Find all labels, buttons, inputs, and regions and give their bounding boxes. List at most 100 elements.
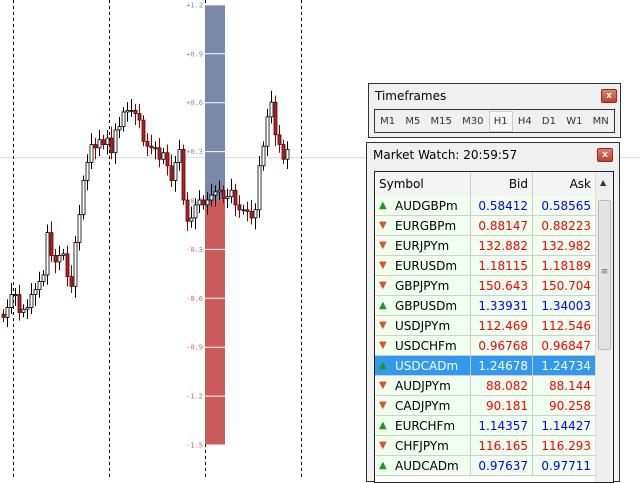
candle-body [77, 214, 82, 243]
candle-body [209, 194, 214, 201]
candle-body [13, 294, 18, 296]
table-row[interactable]: ▲ AUDGBPm 0.58412 0.58565 [375, 196, 595, 216]
symbol: AUDJPYm [395, 378, 451, 393]
table-row[interactable]: ▼ EURUSDm 1.18115 1.18189 [375, 256, 595, 276]
candle-body [277, 134, 282, 145]
bar-down [205, 200, 225, 445]
candle-body [161, 152, 166, 160]
table-row[interactable]: ▼ EURJPYm 132.882 132.982 [375, 236, 595, 256]
scroll-up-icon[interactable]: ▲ [600, 178, 606, 187]
bid-cell: 112.469 [471, 316, 533, 335]
table-header: Symbol Bid Ask [375, 172, 595, 197]
candle-body [53, 255, 58, 263]
axis-tick-label: -0.9 [186, 344, 203, 352]
table-row[interactable]: ▼ USDJPYm 112.469 112.546 [375, 316, 595, 336]
table-row[interactable]: ▼ CHFJPYm 116.165 116.293 [375, 436, 595, 456]
ask-cell: 1.18189 [541, 258, 591, 273]
candle-body [145, 140, 150, 147]
symbol: AUDGBPm [395, 198, 458, 213]
table-row[interactable]: ▼ CADJPYm 90.181 90.258 [375, 396, 595, 416]
candle-body [5, 307, 10, 318]
candle-body [69, 276, 74, 287]
timeframe-mn[interactable]: MN [588, 111, 614, 132]
bid-cell: 1.24678 [471, 356, 533, 375]
axis-tick-label: -0.6 [186, 295, 203, 303]
scrollbar-thumb[interactable]: ≡ [598, 200, 611, 350]
candle-body [9, 294, 14, 308]
candle-body [45, 232, 50, 276]
timeframe-m5[interactable]: M5 [400, 111, 425, 132]
close-icon[interactable]: x [597, 148, 613, 162]
candle-body [29, 294, 34, 308]
symbol: AUDCADm [395, 458, 459, 473]
candle-body [177, 149, 182, 163]
candle-body [205, 199, 210, 206]
symbol-cell: ▼ CHFJPYm [375, 436, 471, 455]
candle-body [141, 119, 146, 142]
bid-cell: 0.58412 [471, 196, 533, 215]
candle-body [245, 209, 250, 212]
candle-body [153, 147, 158, 150]
candle-body [249, 211, 254, 219]
table-row[interactable]: ▼ AUDJPYm 88.082 88.144 [375, 376, 595, 396]
candle-body [213, 191, 218, 196]
bid-cell: 0.88147 [471, 216, 533, 235]
candle-body [189, 217, 194, 222]
candle-body [89, 144, 94, 163]
candle-body [65, 253, 70, 278]
bid-cell: 1.18115 [471, 256, 533, 275]
timeframe-h1[interactable]: H1 [488, 110, 513, 132]
table-row[interactable]: ▼ EURGBPm 0.88147 0.88223 [375, 216, 595, 236]
timeframe-w1[interactable]: W1 [561, 111, 587, 132]
timeframe-m1[interactable]: M1 [375, 111, 400, 132]
candle-body [129, 109, 134, 112]
header-ask[interactable]: Ask [533, 172, 595, 196]
candle-body [21, 308, 26, 313]
candle-body [97, 139, 102, 149]
symbol-cell: ▼ EURUSDm [375, 256, 471, 275]
arrow-up-icon: ▲ [379, 420, 387, 431]
timeframe-h4[interactable]: H4 [513, 111, 537, 132]
candle-body [157, 147, 162, 160]
symbol-cell: ▼ USDCHFm [375, 336, 471, 355]
candle-body [217, 189, 222, 193]
table-row[interactable]: ▲ EURCHFm 1.14357 1.14427 [375, 416, 595, 436]
ask-cell: 88.144 [549, 378, 591, 393]
bid-cell: 88.082 [471, 376, 533, 395]
timeframe-d1[interactable]: D1 [537, 111, 561, 132]
table-row[interactable]: ▲ AUDCADm 0.97637 0.97711 [375, 456, 595, 476]
axis-tick-label: +0.9 [186, 50, 203, 58]
table-row[interactable]: ▲ USDCADm 1.24678 1.24734 [375, 356, 595, 376]
candle-body [233, 189, 238, 206]
market-watch-table: Symbol Bid Ask ▲ AUDGBPm 0.58412 0.58565 ▼ EU… [374, 171, 614, 483]
candle-body [109, 137, 114, 154]
ask-cell: 1.34003 [541, 298, 591, 313]
candle-body [221, 189, 226, 199]
timeframe-m30[interactable]: M30 [457, 111, 488, 132]
candle-body [37, 281, 42, 291]
arrow-up-icon: ▲ [379, 300, 387, 311]
table-row[interactable]: ▲ GBPUSDm 1.33931 1.34003 [375, 296, 595, 316]
candle-body [85, 162, 90, 181]
market-watch-title: Market Watch: 20:59:57 [373, 148, 518, 162]
candle-body [61, 253, 66, 256]
header-symbol[interactable]: Symbol [375, 172, 471, 196]
table-row[interactable]: ▼ GBPJPYm 150.643 150.704 [375, 276, 595, 296]
symbol-cell: ▼ USDJPYm [375, 316, 471, 335]
close-icon[interactable]: x [601, 89, 617, 103]
arrow-down-icon: ▼ [379, 240, 387, 251]
candle-body [121, 111, 126, 128]
candle-body [165, 152, 170, 167]
timeframes-toolbar: M1 M5 M15 M30 H1 H4 D1 W1 MN [374, 109, 615, 133]
table-row[interactable]: ▼ USDCHFm 0.96768 0.96847 [375, 336, 595, 356]
candle-body [201, 199, 206, 206]
candle-body [133, 109, 138, 115]
symbol-cell: ▲ GBPUSDm [375, 296, 471, 315]
candle-body [281, 144, 286, 160]
scrollbar[interactable]: ▲ ≡ [595, 172, 613, 482]
axis-tick-label: +0.6 [186, 99, 203, 107]
ask-cell: 1.24734 [541, 358, 591, 373]
header-bid[interactable]: Bid [471, 172, 533, 196]
market-watch-panel: Market Watch: 20:59:57 x Symbol Bid Ask … [366, 142, 620, 483]
timeframe-m15[interactable]: M15 [426, 111, 457, 132]
